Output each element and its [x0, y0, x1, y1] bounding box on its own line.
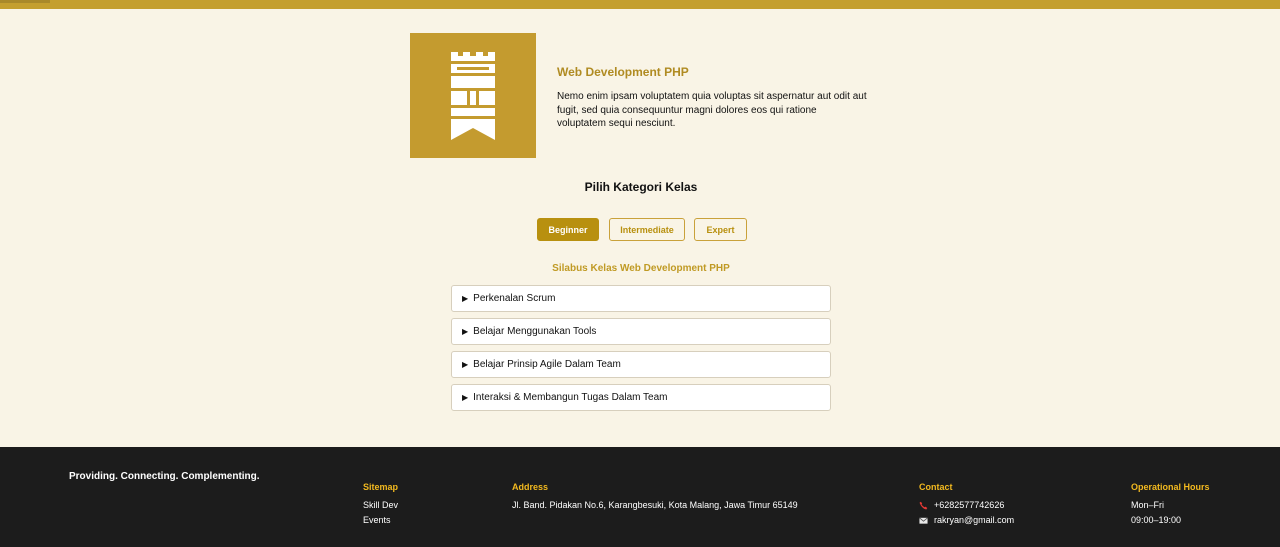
hours-days: Mon–Fri: [1131, 500, 1165, 510]
hours-list: Mon–Fri 09:00–19:00: [1131, 498, 1181, 528]
syllabus-item-label: Belajar Prinsip Agile Dalam Team: [473, 359, 621, 370]
syllabus-item-label: Interaksi & Membangun Tugas Dalam Team: [473, 392, 668, 403]
syllabus-heading: Silabus Kelas Web Development PHP: [552, 263, 730, 274]
syllabus-item-scrum[interactable]: ▶ Perkenalan Scrum: [451, 285, 831, 312]
phone-icon: [919, 501, 928, 510]
syllabus-item-interaction[interactable]: ▶ Interaksi & Membangun Tugas Dalam Team: [451, 384, 831, 411]
sitemap-link-events[interactable]: Events: [363, 513, 398, 528]
course-title: Web Development PHP: [557, 65, 689, 79]
syllabus-item-label: Perkenalan Scrum: [473, 293, 556, 304]
footer-tagline: Providing. Connecting. Complementing.: [69, 471, 260, 482]
contact-email-row[interactable]: rakryan@gmail.com: [919, 513, 1014, 528]
sitemap-links: Skill Dev Events: [363, 498, 398, 528]
expand-triangle-icon: ▶: [462, 360, 469, 369]
fortress-logo-icon: [451, 51, 495, 140]
hours-heading: Operational Hours: [1131, 482, 1210, 492]
email-icon: [919, 517, 928, 524]
contact-phone: +6282577742626: [934, 500, 1005, 510]
sitemap-heading: Sitemap: [363, 482, 399, 492]
footer: Providing. Connecting. Complementing. Si…: [0, 447, 1280, 547]
hours-time: 09:00–19:00: [1131, 515, 1182, 525]
expand-triangle-icon: ▶: [462, 294, 469, 303]
syllabus-item-tools[interactable]: ▶ Belajar Menggunakan Tools: [451, 318, 831, 345]
contact-heading: Contact: [919, 482, 953, 492]
course-description: Nemo enim ipsam voluptatem quia voluptas…: [557, 91, 867, 129]
top-accent-bar: [0, 0, 1280, 9]
syllabus-item-label: Belajar Menggunakan Tools: [473, 326, 597, 337]
category-heading: Pilih Kategori Kelas: [584, 180, 698, 194]
address-heading: Address: [512, 482, 549, 492]
expand-triangle-icon: ▶: [462, 393, 469, 402]
tab-expert[interactable]: Expert: [694, 218, 747, 241]
contact-email: rakryan@gmail.com: [934, 515, 1015, 525]
tab-intermediate[interactable]: Intermediate: [609, 218, 685, 241]
top-accent-mark: [0, 0, 50, 3]
course-logo: [410, 33, 536, 158]
expand-triangle-icon: ▶: [462, 327, 469, 336]
sitemap-link-skill-dev[interactable]: Skill Dev: [363, 498, 398, 513]
tab-beginner[interactable]: Beginner: [537, 218, 599, 241]
contact-phone-row[interactable]: +6282577742626: [919, 498, 1014, 513]
syllabus-item-agile[interactable]: ▶ Belajar Prinsip Agile Dalam Team: [451, 351, 831, 378]
address-text: Jl. Band. Pidakan No.6, Karangbesuki, Ko…: [512, 500, 798, 510]
contact-list: +6282577742626 rakryan@gmail.com: [919, 498, 1014, 528]
